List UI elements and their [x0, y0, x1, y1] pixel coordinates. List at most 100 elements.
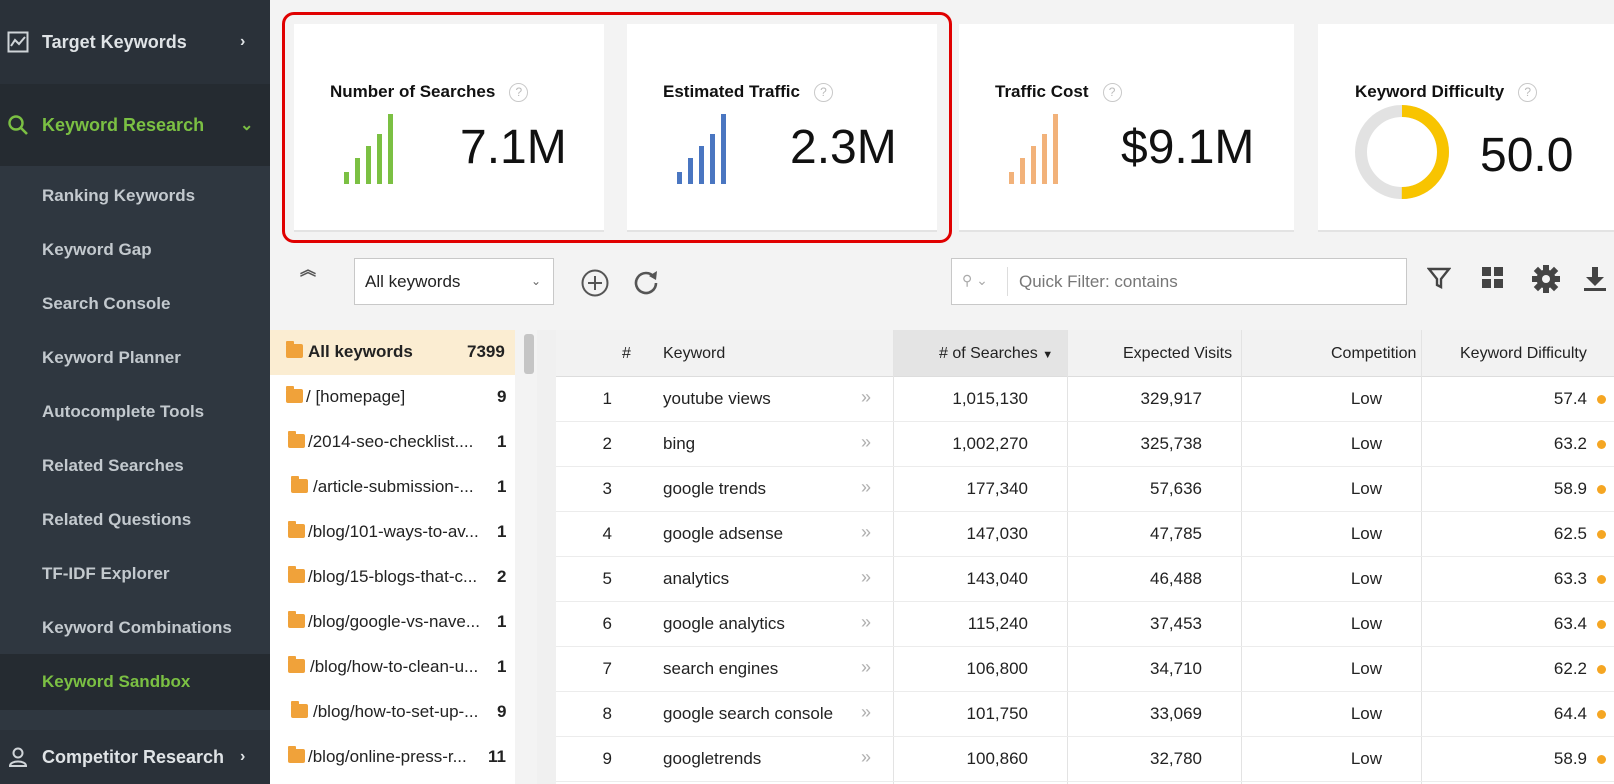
cell-keyword: search engines	[663, 659, 779, 678]
cell-searches: 1,015,130	[952, 389, 1028, 408]
tree-item-count: 7399	[467, 342, 505, 361]
expand-arrow-icon[interactable]: »	[861, 387, 871, 408]
difficulty-gauge	[1355, 105, 1449, 199]
difficulty-dot-icon	[1597, 710, 1606, 719]
folder-icon	[288, 566, 305, 583]
column-header-competition[interactable]: Competition	[1331, 330, 1417, 377]
table-row[interactable]: 9 googletrends 100,860 32,780 Low 58.9 »	[556, 737, 1614, 782]
nav-target-keywords[interactable]: Target Keywords ›	[0, 0, 270, 84]
table-row[interactable]: 4 google adsense 147,030 47,785 Low 62.5 »	[556, 512, 1614, 557]
cell-keyword-difficulty: 64.4	[1553, 704, 1587, 723]
expand-arrow-icon[interactable]: »	[861, 477, 871, 498]
sidebar-item-related-questions[interactable]: Related Questions	[42, 510, 191, 530]
tree-item[interactable]: / [homepage] 9	[270, 375, 515, 420]
table-row[interactable]: 2 bing 1,002,270 325,738 Low 63.2 »	[556, 422, 1614, 467]
tree-item[interactable]: /blog/google-vs-nave... 1	[270, 600, 515, 645]
tree-item-name: /blog/google-vs-nave...	[308, 612, 480, 631]
expand-arrow-icon[interactable]: »	[861, 432, 871, 453]
chart-icon	[6, 30, 30, 54]
difficulty-dot-icon	[1597, 530, 1606, 539]
tree-item-all-keywords[interactable]: All keywords 7399	[270, 330, 515, 375]
difficulty-dot-icon	[1597, 395, 1606, 404]
tree-item-name: /blog/how-to-set-up-...	[313, 702, 479, 721]
table-row[interactable]: 7 search engines 106,800 34,710 Low 62.2 »	[556, 647, 1614, 692]
nav-keyword-research[interactable]: Keyword Research ⌄	[0, 84, 270, 166]
cell-expected-visits: 37,453	[1150, 614, 1202, 633]
tree-item-count: 9	[497, 387, 507, 406]
cell-expected-visits: 46,488	[1150, 569, 1202, 588]
cell-competition: Low	[1350, 434, 1382, 453]
tree-item[interactable]: /blog/15-blogs-that-c... 2	[270, 555, 515, 600]
column-header-searches[interactable]: # of Searches ▼	[939, 330, 1054, 377]
expand-arrow-icon[interactable]: »	[861, 612, 871, 633]
tree-item[interactable]: /blog/101-ways-to-av... 1	[270, 510, 515, 555]
cell-keyword-difficulty: 62.2	[1553, 659, 1587, 678]
expand-arrow-icon[interactable]: »	[861, 747, 871, 768]
chevron-down-icon: ⌄	[530, 274, 541, 288]
expand-arrow-icon[interactable]: »	[861, 522, 871, 543]
expand-arrow-icon[interactable]: »	[861, 657, 871, 678]
table-row[interactable]: 5 analytics 143,040 46,488 Low 63.3 »	[556, 557, 1614, 602]
sidebar-item-related-searches[interactable]: Related Searches	[42, 456, 184, 476]
help-icon[interactable]: ?	[1518, 83, 1538, 102]
sidebar-item-autocomplete-tools[interactable]: Autocomplete Tools	[42, 402, 204, 422]
card-keyword-difficulty: Keyword Difficulty? 50.0	[1318, 24, 1614, 232]
quick-filter-input[interactable]: ⚲ ⌄ Quick Filter: contains	[951, 258, 1407, 305]
cell-competition: Low	[1350, 659, 1382, 678]
cell-num: 7	[602, 659, 612, 678]
cell-searches: 143,040	[966, 569, 1028, 588]
cell-searches: 115,240	[967, 614, 1028, 633]
column-header-keyword-difficulty[interactable]: Keyword Difficulty	[1460, 330, 1587, 377]
cell-searches: 100,860	[966, 749, 1028, 768]
sidebar-item-ranking-keywords[interactable]: Ranking Keywords	[42, 186, 195, 206]
folder-icon	[288, 656, 305, 673]
download-icon[interactable]	[1583, 266, 1607, 292]
table-row[interactable]: 6 google analytics 115,240 37,453 Low 63.4 »	[556, 602, 1614, 647]
difficulty-dot-icon	[1597, 665, 1606, 674]
filter-icon[interactable]	[1427, 266, 1451, 290]
sidebar-item-keyword-gap[interactable]: Keyword Gap	[42, 240, 152, 260]
expand-arrow-icon[interactable]: »	[861, 567, 871, 588]
tree-item[interactable]: /blog/how-to-set-up-... 9	[270, 690, 515, 735]
cell-searches: 147,030	[966, 524, 1028, 543]
collapse-icon[interactable]: ︽	[300, 263, 316, 279]
sidebar-item-keyword-planner[interactable]: Keyword Planner	[42, 348, 181, 368]
table-row[interactable]: 3 google trends 177,340 57,636 Low 58.9 »	[556, 467, 1614, 512]
tree-item[interactable]: /blog/online-press-r... 11	[270, 735, 515, 780]
cell-expected-visits: 57,636	[1150, 479, 1202, 498]
table-row[interactable]: 1 youtube views 1,015,130 329,917 Low 57.4 »	[556, 377, 1614, 422]
sidebar-item-keyword-sandbox[interactable]: Keyword Sandbox	[42, 672, 190, 692]
pane-splitter[interactable]	[537, 330, 556, 784]
cell-searches: 1,002,270	[952, 434, 1028, 453]
tree-item-name: /2014-seo-checklist....	[308, 432, 474, 451]
tree-item-name: / [homepage]	[306, 387, 406, 406]
tree-item[interactable]: /blog/how-to-clean-u... 1	[270, 645, 515, 690]
sidebar-item-search-console[interactable]: Search Console	[42, 294, 171, 314]
tree-item[interactable]: /article-submission-... 1	[270, 465, 515, 510]
sidebar-item-tf-idf-explorer[interactable]: TF-IDF Explorer	[42, 564, 170, 584]
table-row[interactable]: 8 google search console 101,750 33,069 Low 64…	[556, 692, 1614, 737]
tree-scrollbar[interactable]	[524, 334, 534, 374]
card-value: $9.1M	[1121, 121, 1255, 174]
keyword-group-select[interactable]: All keywords ⌄	[354, 258, 554, 305]
cell-competition: Low	[1350, 524, 1382, 543]
cell-competition: Low	[1350, 749, 1382, 768]
expand-arrow-icon[interactable]: »	[861, 702, 871, 723]
column-header-num[interactable]: #	[622, 330, 631, 377]
column-header-expected-visits[interactable]: Expected Visits	[1123, 330, 1233, 377]
sidebar-item-keyword-combinations[interactable]: Keyword Combinations	[42, 618, 232, 638]
column-header-keyword[interactable]: Keyword	[663, 330, 726, 377]
refresh-icon[interactable]	[632, 268, 660, 296]
add-icon[interactable]	[580, 268, 610, 298]
tree-item-name: /blog/101-ways-to-av...	[308, 522, 479, 541]
nav-competitor-research[interactable]: Competitor Research ›	[0, 730, 270, 784]
cell-keyword: youtube views	[663, 389, 771, 408]
tree-item-name: /blog/15-blogs-that-c...	[308, 567, 478, 586]
cell-competition: Low	[1350, 479, 1382, 498]
tree-item[interactable]: /2014-seo-checklist.... 1	[270, 420, 515, 465]
settings-icon[interactable]	[1531, 264, 1561, 294]
folder-icon	[286, 341, 303, 358]
help-icon[interactable]: ?	[1102, 83, 1122, 102]
difficulty-dot-icon	[1597, 575, 1606, 584]
grid-icon[interactable]	[1481, 266, 1505, 290]
